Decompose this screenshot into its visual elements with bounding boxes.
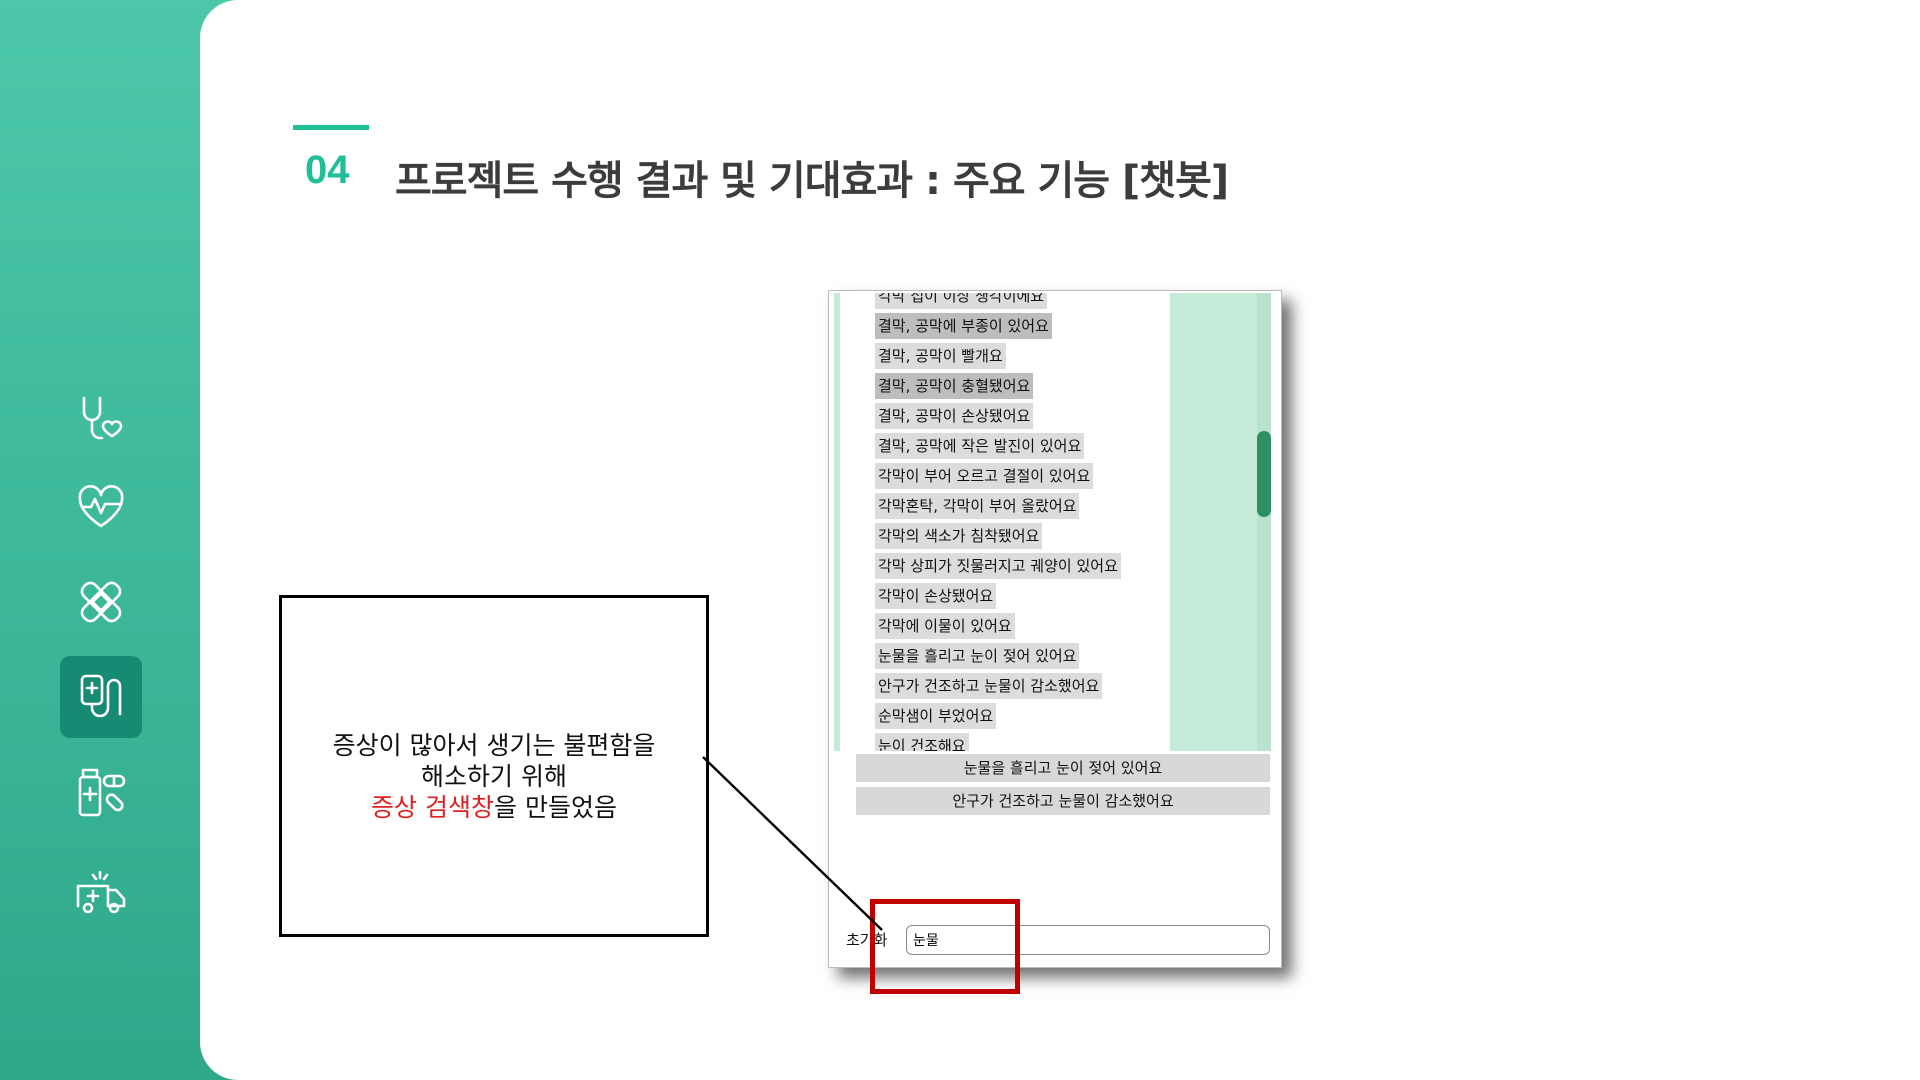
symptom-list[interactable]: 각막 접이 이상 생각이에요결막, 공막에 부종이 있어요결막, 공막이 빨개요… — [834, 293, 1170, 751]
symptom-list-item[interactable]: 각막이 부어 오르고 결절이 있어요 — [875, 463, 1094, 489]
accent-line — [293, 125, 369, 130]
symptom-list-item[interactable]: 각막 접이 이상 생각이에요 — [875, 293, 1048, 309]
heartbeat-icon[interactable] — [60, 466, 142, 548]
list-side-panel — [1170, 293, 1270, 751]
scrollbar-thumb[interactable] — [1257, 431, 1271, 517]
symptom-list-item[interactable]: 결막, 공막이 충혈됐어요 — [875, 373, 1034, 399]
bandage-icon[interactable] — [60, 561, 142, 643]
section-number: 04 — [305, 148, 350, 192]
symptom-list-item[interactable]: 각막의 색소가 침착됐어요 — [875, 523, 1043, 549]
callout-box: 증상이 많아서 생기는 불편함을 해소하기 위해 증상 검색창을 만들었음 — [279, 595, 709, 937]
scrollbar-track[interactable] — [1257, 293, 1271, 751]
symptom-list-item[interactable]: 순막샘이 부었어요 — [875, 703, 997, 729]
symptom-list-item[interactable]: 결막, 공막에 부종이 있어요 — [875, 313, 1052, 339]
chatbot-screenshot: 각막 접이 이상 생각이에요결막, 공막에 부종이 있어요결막, 공막이 빨개요… — [828, 290, 1282, 968]
sidebar — [0, 0, 200, 1080]
result-button-2[interactable]: 안구가 건조하고 눈물이 감소했어요 — [856, 787, 1270, 815]
medicine-bottle-pills-icon[interactable] — [60, 752, 142, 834]
callout-line-2: 해소하기 위해 — [421, 761, 567, 791]
symptom-list-item[interactable]: 각막 상피가 짓물러지고 궤양이 있어요 — [875, 553, 1121, 579]
search-highlight-box — [870, 899, 1020, 994]
symptom-list-item[interactable]: 결막, 공막이 빨개요 — [875, 343, 1006, 369]
symptom-list-item[interactable]: 눈물을 흘리고 눈이 젖어 있어요 — [875, 643, 1080, 669]
symptom-list-item[interactable]: 눈이 건조해요 — [875, 733, 969, 751]
section-title: 프로젝트 수행 결과 및 기대효과 : 주요 기능 [챗봇] — [395, 158, 1229, 204]
symptom-list-item[interactable]: 결막, 공막에 작은 발진이 있어요 — [875, 433, 1085, 459]
callout-text: 증상이 많아서 생기는 불편함을 해소하기 위해 증상 검색창을 만들었음 — [333, 730, 656, 823]
symptom-list-item[interactable]: 각막이 손상됐어요 — [875, 583, 997, 609]
ambulance-icon[interactable] — [60, 850, 142, 932]
iv-bag-icon[interactable] — [60, 656, 142, 738]
result-button-1[interactable]: 눈물을 흘리고 눈이 젖어 있어요 — [856, 754, 1270, 782]
callout-highlight: 증상 검색창 — [371, 792, 494, 822]
stethoscope-heart-icon[interactable] — [60, 378, 142, 460]
callout-line-3: 을 만들었음 — [494, 792, 617, 822]
symptom-list-item[interactable]: 각막혼탁, 각막이 부어 올랐어요 — [875, 493, 1080, 519]
symptom-list-item[interactable]: 결막, 공막이 손상됐어요 — [875, 403, 1034, 429]
symptom-list-item[interactable]: 안구가 건조하고 눈물이 감소했어요 — [875, 673, 1103, 699]
callout-line-1: 증상이 많아서 생기는 불편함을 — [332, 730, 656, 760]
list-left-edge — [834, 293, 840, 751]
symptom-list-item[interactable]: 각막에 이물이 있어요 — [875, 613, 1015, 639]
